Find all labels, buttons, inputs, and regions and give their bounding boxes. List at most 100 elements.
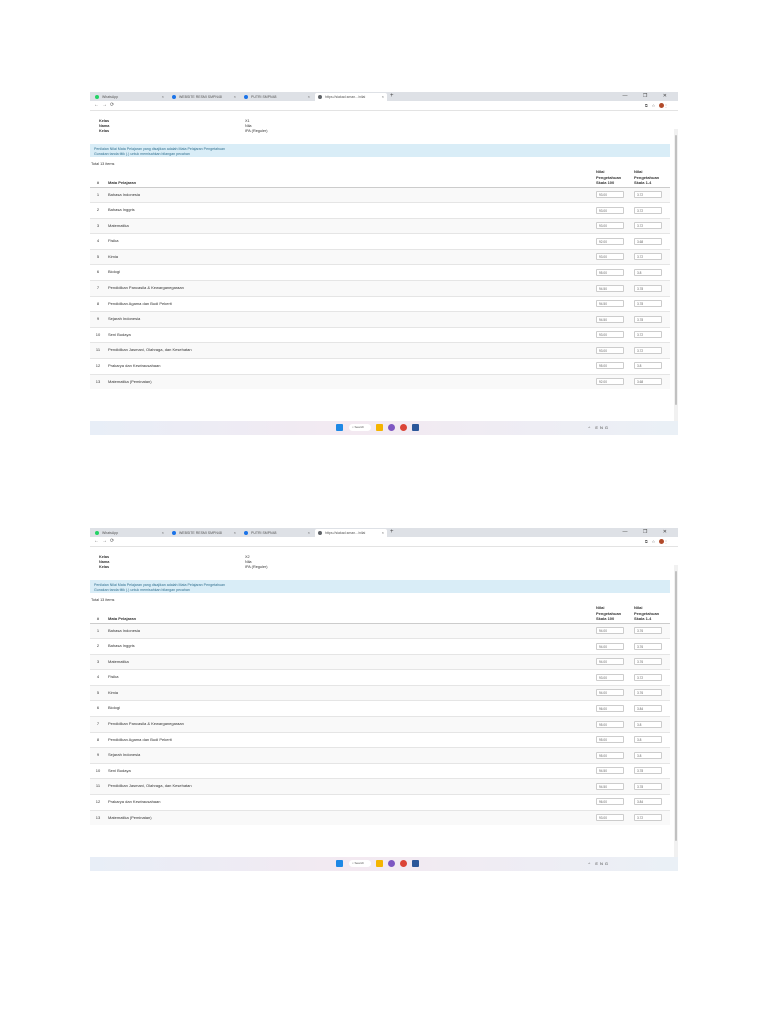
- score-4-input[interactable]: 3.76: [634, 626, 662, 634]
- new-tab-button[interactable]: +: [390, 528, 394, 537]
- new-tab-button[interactable]: +: [390, 92, 394, 101]
- score-4-input[interactable]: 3.68: [634, 237, 662, 245]
- score-4-input[interactable]: 3.8: [634, 268, 662, 276]
- score-4-input[interactable]: 3.78: [634, 315, 662, 323]
- score-100-input[interactable]: 93.00: [596, 222, 624, 230]
- score-100-input[interactable]: 93.00: [596, 346, 624, 354]
- score-100-input[interactable]: 94.50: [596, 767, 624, 775]
- window-controls[interactable]: — ❐ ✕: [623, 92, 674, 101]
- score-4-input[interactable]: 3.72: [634, 673, 662, 681]
- taskbar-search[interactable]: ⌕ Search: [349, 424, 371, 431]
- chrome-icon[interactable]: [400, 424, 407, 431]
- scrollbar-thumb[interactable]: [675, 571, 677, 841]
- score-100-input[interactable]: 92.00: [596, 237, 624, 245]
- score-4-input[interactable]: 3.78: [634, 782, 662, 790]
- score-4-input[interactable]: 3.84: [634, 704, 662, 712]
- score-4-input[interactable]: 3.72: [634, 331, 662, 339]
- score-100-input[interactable]: 95.00: [596, 362, 624, 370]
- score-4-input[interactable]: 3.8: [634, 751, 662, 759]
- score-4-input[interactable]: 3.84: [634, 798, 662, 806]
- score-100-input[interactable]: 92.00: [596, 378, 624, 386]
- score-100-input[interactable]: 93.00: [596, 190, 624, 198]
- score-100-input[interactable]: 93.00: [596, 331, 624, 339]
- scrollbar-thumb[interactable]: [675, 135, 677, 405]
- score-4-input[interactable]: 3.78: [634, 284, 662, 292]
- score-100-input[interactable]: 94.00: [596, 626, 624, 634]
- score-100-input[interactable]: 94.00: [596, 658, 624, 666]
- score-4-input[interactable]: 3.72: [634, 814, 662, 822]
- score-4-input[interactable]: 3.72: [634, 190, 662, 198]
- score-4-input[interactable]: 3.76: [634, 689, 662, 697]
- navigation-icons[interactable]: ←→⟳: [94, 102, 117, 109]
- score-100-input[interactable]: 96.00: [596, 704, 624, 712]
- score-100-input[interactable]: 94.00: [596, 689, 624, 697]
- system-tray[interactable]: ^ ENG: [588, 861, 610, 866]
- score-4-input[interactable]: 3.72: [634, 206, 662, 214]
- close-tab-icon[interactable]: ×: [162, 529, 164, 537]
- system-tray[interactable]: ^ ENG: [588, 425, 610, 430]
- start-icon[interactable]: [336, 860, 343, 867]
- score-100-input[interactable]: 94.50: [596, 315, 624, 323]
- score-4-input[interactable]: 3.72: [634, 222, 662, 230]
- browser-tab-active[interactable]: https://siakad.sman.../nilai ×: [315, 529, 387, 537]
- score-100-input[interactable]: 94.50: [596, 300, 624, 308]
- close-tab-icon[interactable]: ×: [382, 529, 384, 537]
- alert-line: Gunakan tanda titik (.) untuk memisahkan…: [94, 588, 190, 592]
- close-tab-icon[interactable]: ×: [308, 93, 310, 101]
- score-4-input[interactable]: 3.72: [634, 253, 662, 261]
- score-100-input[interactable]: 95.00: [596, 268, 624, 276]
- menu-dots-icon[interactable]: ⋮: [664, 103, 672, 108]
- score-100-input[interactable]: 94.00: [596, 642, 624, 650]
- browser-tab[interactable]: WEBSITE RESMI SMPN48 ×: [169, 529, 239, 537]
- vertical-scrollbar[interactable]: [674, 565, 678, 870]
- bookmark-star-icon[interactable]: ☆: [652, 539, 659, 544]
- window-controls[interactable]: — ❐ ✕: [623, 528, 674, 537]
- browser-tab[interactable]: PUTRI SMPN48 ×: [241, 93, 313, 101]
- taskbar-search[interactable]: ⌕ Search: [349, 860, 371, 867]
- menu-dots-icon[interactable]: ⋮: [664, 539, 672, 544]
- browser-tab[interactable]: WhatsApp ×: [92, 529, 167, 537]
- close-tab-icon[interactable]: ×: [234, 93, 236, 101]
- score-4-input[interactable]: 3.78: [634, 300, 662, 308]
- browser-tab-active[interactable]: https://siakad.sman.../nilai ×: [315, 93, 387, 101]
- score-100-input[interactable]: 93.00: [596, 206, 624, 214]
- extension-icon[interactable]: ⧉: [645, 539, 652, 544]
- close-tab-icon[interactable]: ×: [308, 529, 310, 537]
- score-100-input[interactable]: 93.00: [596, 253, 624, 261]
- score-4-input[interactable]: 3.8: [634, 362, 662, 370]
- close-tab-icon[interactable]: ×: [234, 529, 236, 537]
- vertical-scrollbar[interactable]: [674, 129, 678, 434]
- file-explorer-icon[interactable]: [376, 860, 383, 867]
- score-100-input[interactable]: 96.00: [596, 798, 624, 806]
- close-tab-icon[interactable]: ×: [162, 93, 164, 101]
- word-icon[interactable]: [412, 424, 419, 431]
- app-icon[interactable]: [388, 860, 395, 867]
- extension-icon[interactable]: ⧉: [645, 103, 652, 108]
- score-4-input[interactable]: 3.76: [634, 658, 662, 666]
- score-4-input[interactable]: 3.76: [634, 642, 662, 650]
- score-100-input[interactable]: 93.00: [596, 814, 624, 822]
- file-explorer-icon[interactable]: [376, 424, 383, 431]
- score-4-input[interactable]: 3.68: [634, 378, 662, 386]
- browser-tab[interactable]: PUTRI SMPN48 ×: [241, 529, 313, 537]
- score-100-input[interactable]: 94.50: [596, 284, 624, 292]
- score-4-input[interactable]: 3.78: [634, 767, 662, 775]
- score-100-input[interactable]: 95.00: [596, 751, 624, 759]
- score-4-input[interactable]: 3.8: [634, 720, 662, 728]
- score-100-input[interactable]: 95.00: [596, 736, 624, 744]
- bookmark-star-icon[interactable]: ☆: [652, 103, 659, 108]
- close-tab-icon[interactable]: ×: [382, 93, 384, 101]
- score-4-input[interactable]: 3.72: [634, 346, 662, 354]
- start-icon[interactable]: [336, 424, 343, 431]
- browser-tab[interactable]: WhatsApp ×: [92, 93, 167, 101]
- chrome-icon[interactable]: [400, 860, 407, 867]
- score-4-input[interactable]: 3.8: [634, 736, 662, 744]
- word-icon[interactable]: [412, 860, 419, 867]
- navigation-icons[interactable]: ←→⟳: [94, 538, 117, 545]
- score-100-input[interactable]: 95.00: [596, 720, 624, 728]
- table-row: 5 Kimia 94.00 3.76: [90, 684, 670, 701]
- score-100-input[interactable]: 93.00: [596, 673, 624, 681]
- browser-tab[interactable]: WEBSITE RESMI SMPN48 ×: [169, 93, 239, 101]
- score-100-input[interactable]: 94.50: [596, 782, 624, 790]
- app-icon[interactable]: [388, 424, 395, 431]
